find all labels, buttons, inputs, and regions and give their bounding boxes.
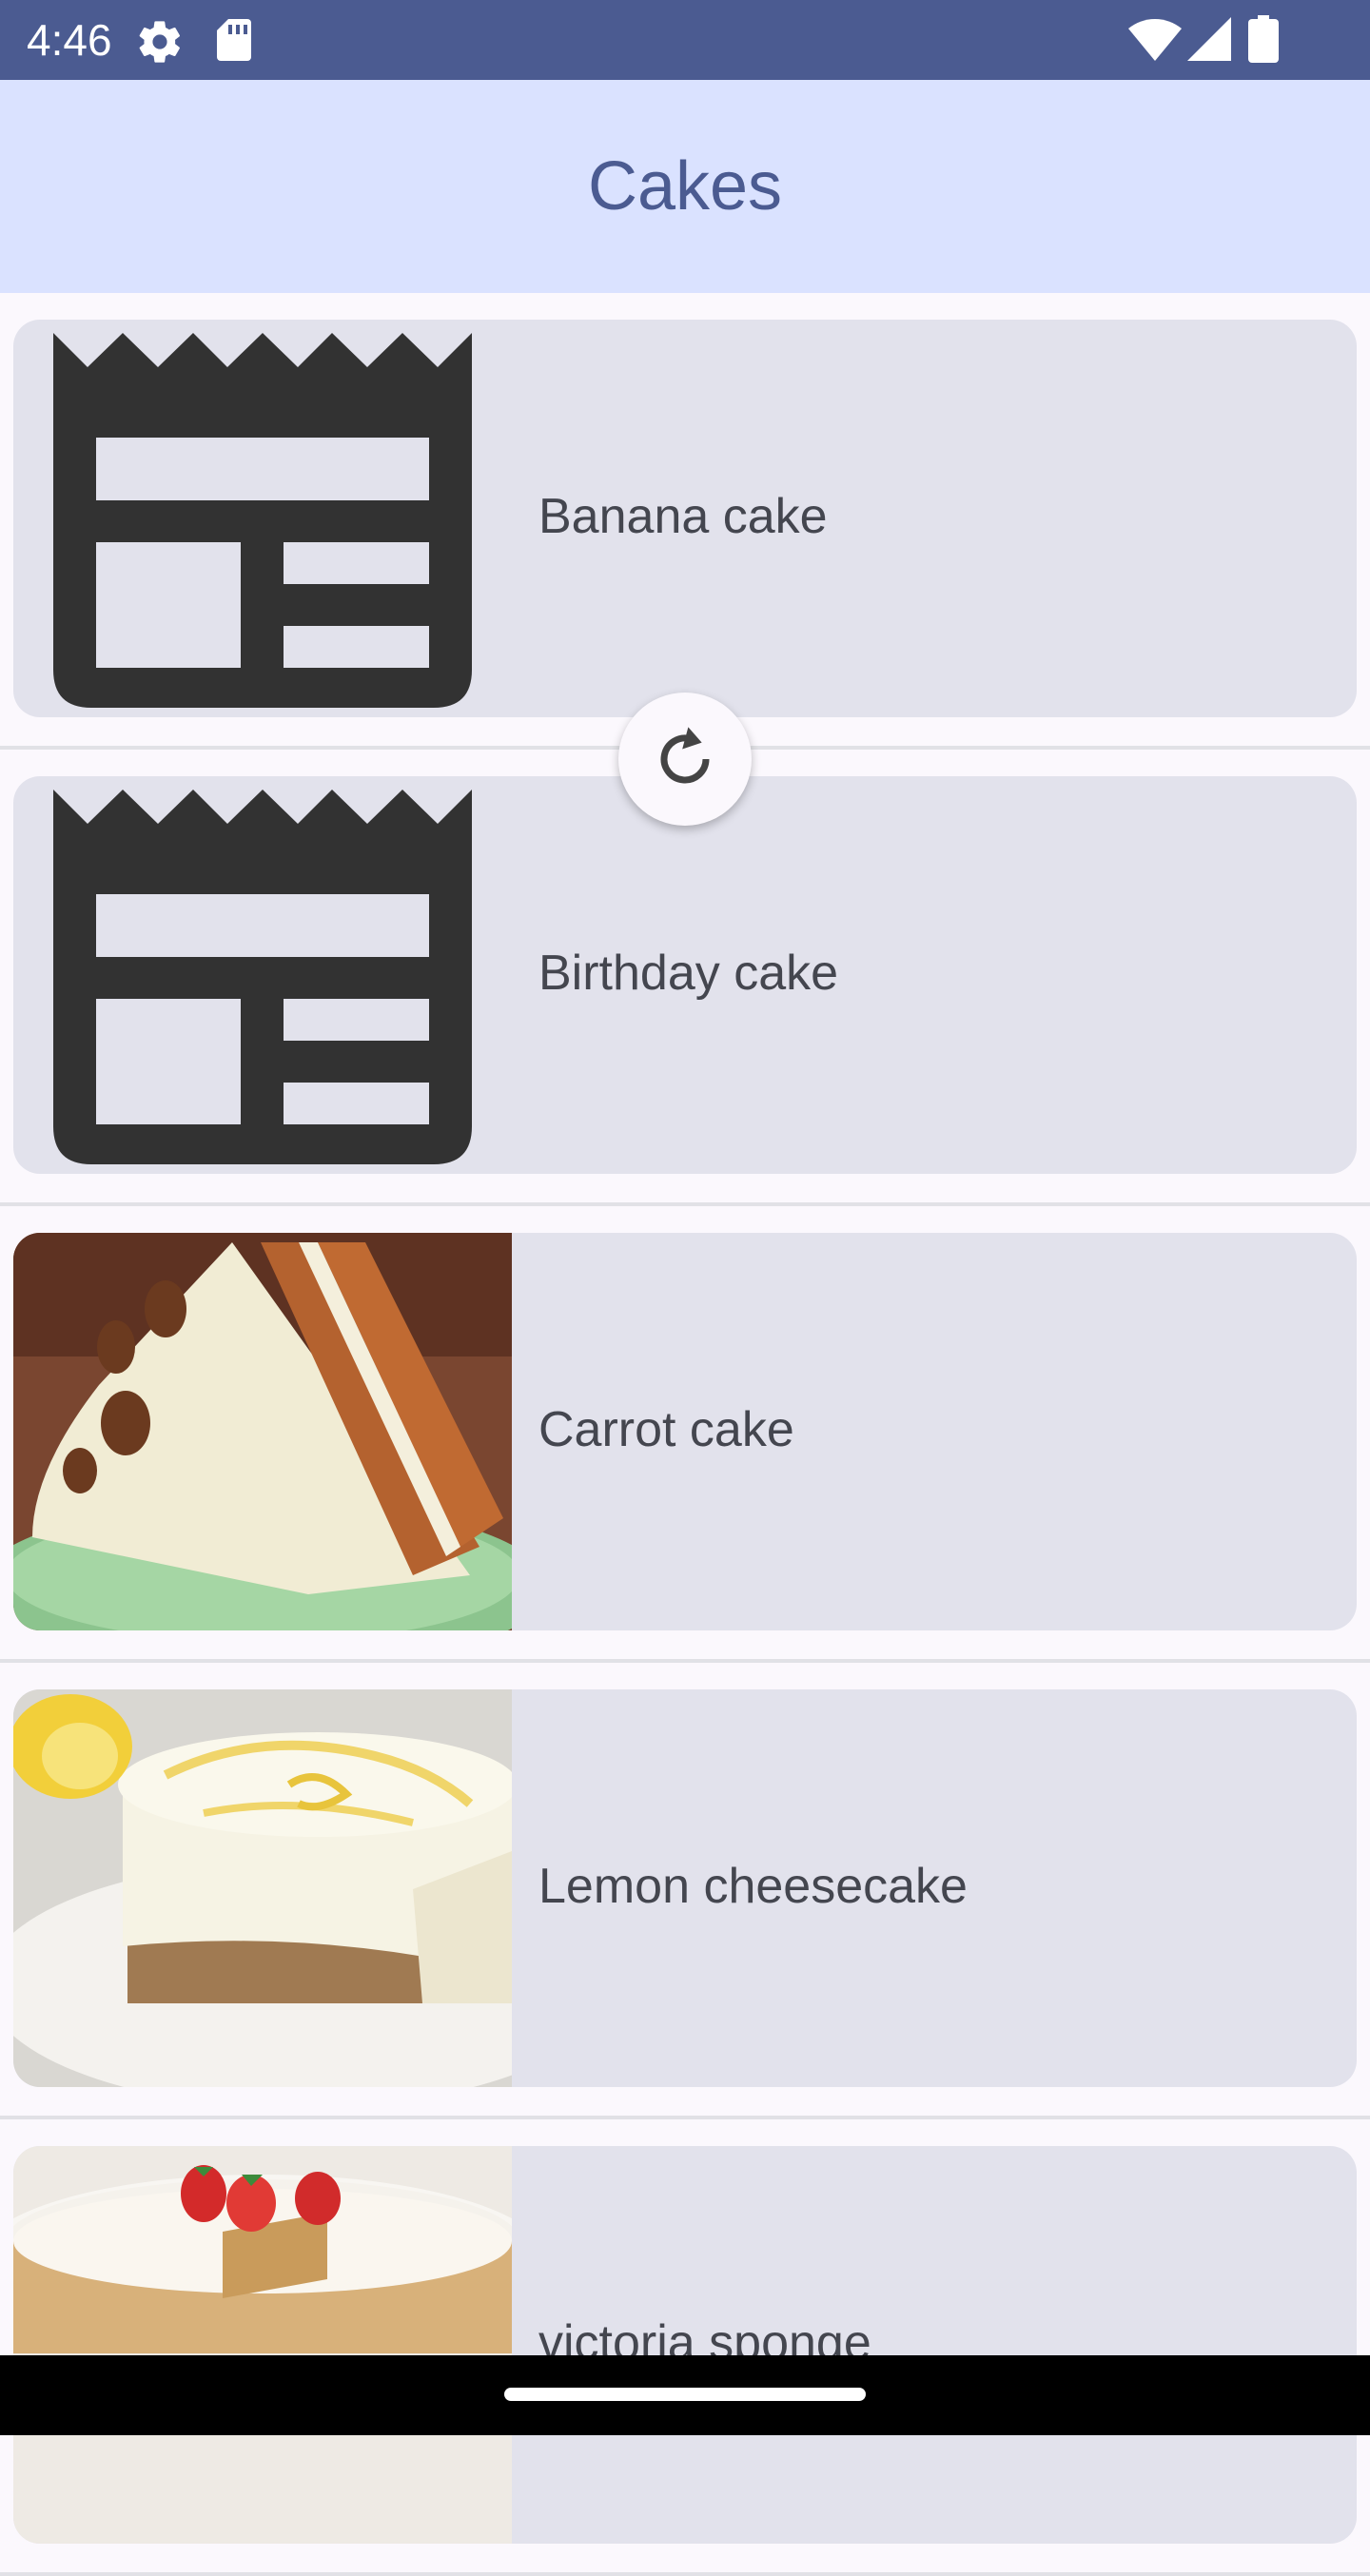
cake-name: Banana cake (538, 489, 828, 544)
cake-thumbnail (13, 2146, 512, 2544)
sd-card-icon (217, 19, 251, 61)
list-item[interactable]: Banana cake (0, 293, 1370, 750)
cake-name: Carrot cake (538, 1402, 794, 1457)
settings-gear-icon (139, 21, 180, 63)
cake-card[interactable]: Banana cake (13, 320, 1357, 717)
cake-thumbnail (13, 320, 512, 717)
wifi-icon (1128, 19, 1182, 61)
list-item[interactable]: Carrot cake (0, 1206, 1370, 1663)
status-bar: 4:46 (0, 0, 1370, 80)
list-item[interactable]: Lemon cheesecake (0, 1663, 1370, 2119)
navigation-bar (0, 2355, 1370, 2435)
cake-thumbnail (13, 1233, 512, 1630)
lemon-cheesecake-photo (13, 1689, 512, 2087)
cake-card[interactable]: Birthday cake (13, 776, 1357, 1174)
cake-name: Birthday cake (538, 946, 839, 1001)
status-time: 4:46 (27, 15, 112, 65)
placeholder-image-icon (53, 790, 472, 1164)
cake-name: Lemon cheesecake (538, 1859, 968, 1914)
victoria-sponge-photo (13, 2146, 512, 2544)
cake-card[interactable]: victoria sponge (13, 2146, 1357, 2544)
list-item[interactable]: victoria sponge (0, 2119, 1370, 2576)
page-title: Cakes (587, 148, 783, 224)
pull-to-refresh-indicator (618, 693, 752, 826)
refresh-icon (660, 727, 710, 784)
home-gesture-handle[interactable] (504, 2388, 866, 2401)
cake-card[interactable]: Carrot cake (13, 1233, 1357, 1630)
cake-thumbnail (13, 776, 512, 1174)
cake-thumbnail (13, 1689, 512, 2087)
cake-card[interactable]: Lemon cheesecake (13, 1689, 1357, 2087)
battery-icon (1248, 15, 1279, 63)
app-bar: Cakes (0, 80, 1370, 293)
placeholder-image-icon (53, 333, 472, 708)
carrot-cake-photo (13, 1233, 512, 1630)
cellular-signal-icon (1187, 17, 1231, 61)
